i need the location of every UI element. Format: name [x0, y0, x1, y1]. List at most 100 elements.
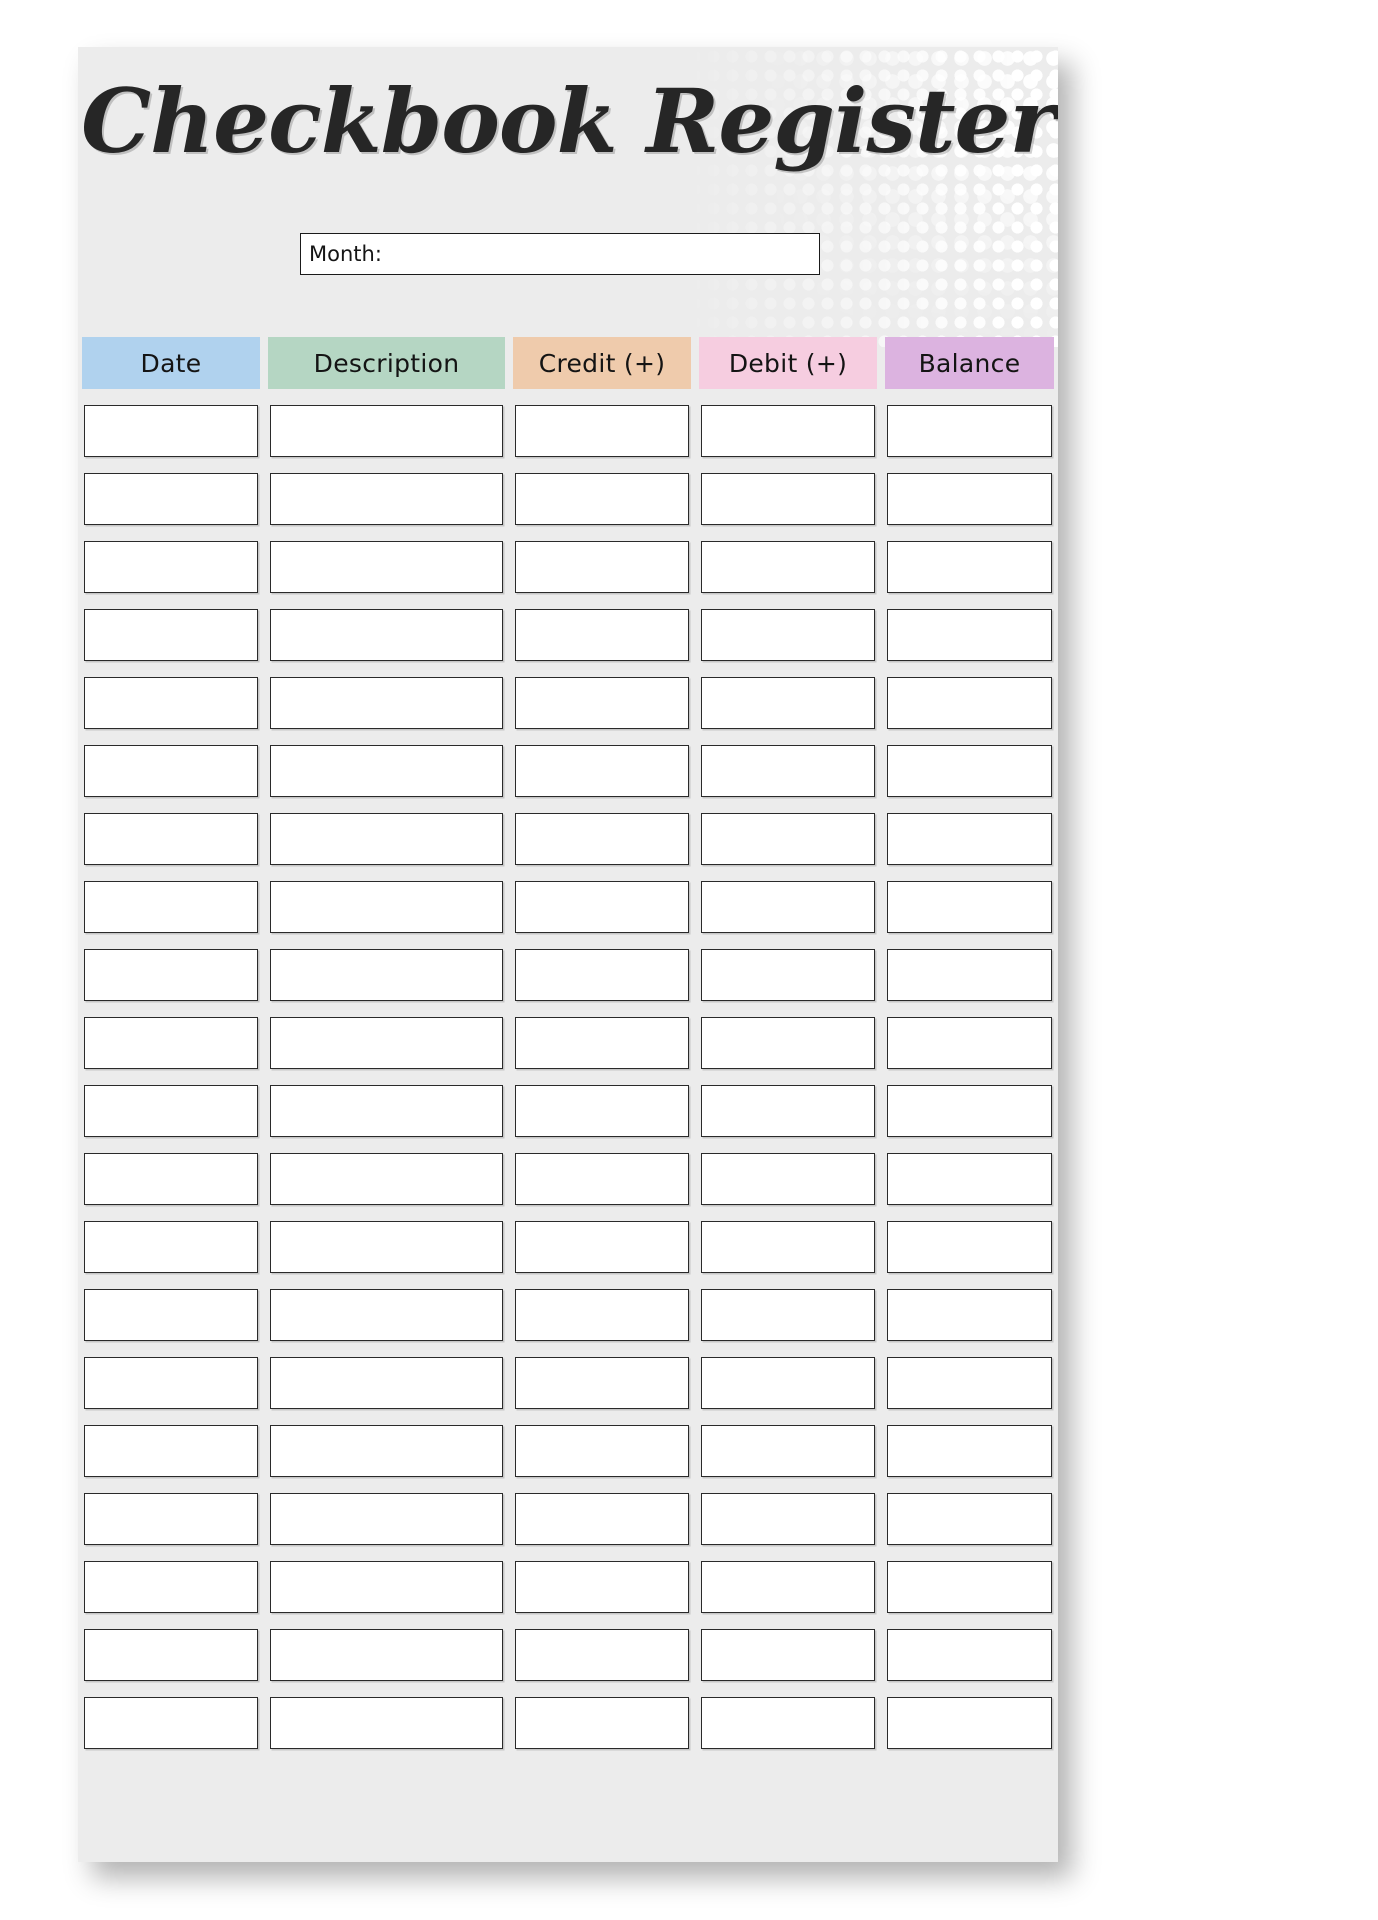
cell-debit[interactable]	[695, 533, 881, 601]
cell-description[interactable]	[264, 601, 509, 669]
cell-date[interactable]	[78, 941, 264, 1009]
cell-input-credit[interactable]	[515, 1629, 689, 1681]
cell-input-description[interactable]	[270, 949, 503, 1001]
cell-input-description[interactable]	[270, 881, 503, 933]
cell-description[interactable]	[264, 397, 509, 465]
cell-description[interactable]	[264, 737, 509, 805]
cell-input-credit[interactable]	[515, 949, 689, 1001]
cell-balance[interactable]	[881, 1009, 1058, 1077]
cell-balance[interactable]	[881, 601, 1058, 669]
cell-input-balance[interactable]	[887, 1085, 1052, 1137]
cell-balance[interactable]	[881, 941, 1058, 1009]
cell-date[interactable]	[78, 1077, 264, 1145]
cell-balance[interactable]	[881, 737, 1058, 805]
cell-input-balance[interactable]	[887, 1561, 1052, 1613]
cell-balance[interactable]	[881, 533, 1058, 601]
cell-input-balance[interactable]	[887, 677, 1052, 729]
cell-input-description[interactable]	[270, 1561, 503, 1613]
cell-input-balance[interactable]	[887, 541, 1052, 593]
cell-date[interactable]	[78, 805, 264, 873]
cell-date[interactable]	[78, 1553, 264, 1621]
cell-input-date[interactable]	[84, 609, 258, 661]
cell-credit[interactable]	[509, 805, 695, 873]
cell-description[interactable]	[264, 1009, 509, 1077]
cell-input-balance[interactable]	[887, 1357, 1052, 1409]
cell-credit[interactable]	[509, 1485, 695, 1553]
cell-credit[interactable]	[509, 533, 695, 601]
cell-date[interactable]	[78, 1145, 264, 1213]
cell-debit[interactable]	[695, 1689, 881, 1757]
cell-balance[interactable]	[881, 1417, 1058, 1485]
cell-debit[interactable]	[695, 873, 881, 941]
cell-credit[interactable]	[509, 941, 695, 1009]
cell-balance[interactable]	[881, 1281, 1058, 1349]
cell-input-debit[interactable]	[701, 405, 875, 457]
cell-input-credit[interactable]	[515, 1425, 689, 1477]
cell-credit[interactable]	[509, 1213, 695, 1281]
cell-input-credit[interactable]	[515, 813, 689, 865]
cell-balance[interactable]	[881, 1213, 1058, 1281]
cell-input-debit[interactable]	[701, 745, 875, 797]
cell-date[interactable]	[78, 669, 264, 737]
cell-date[interactable]	[78, 1213, 264, 1281]
cell-debit[interactable]	[695, 1281, 881, 1349]
cell-input-debit[interactable]	[701, 1289, 875, 1341]
cell-input-balance[interactable]	[887, 1697, 1052, 1749]
cell-description[interactable]	[264, 1349, 509, 1417]
cell-input-balance[interactable]	[887, 1153, 1052, 1205]
cell-description[interactable]	[264, 873, 509, 941]
cell-debit[interactable]	[695, 737, 881, 805]
cell-input-date[interactable]	[84, 1289, 258, 1341]
cell-input-date[interactable]	[84, 1085, 258, 1137]
cell-date[interactable]	[78, 1621, 264, 1689]
cell-description[interactable]	[264, 1077, 509, 1145]
cell-description[interactable]	[264, 1689, 509, 1757]
cell-input-credit[interactable]	[515, 745, 689, 797]
cell-input-date[interactable]	[84, 677, 258, 729]
cell-credit[interactable]	[509, 397, 695, 465]
cell-input-credit[interactable]	[515, 1085, 689, 1137]
cell-description[interactable]	[264, 465, 509, 533]
cell-input-debit[interactable]	[701, 881, 875, 933]
cell-input-debit[interactable]	[701, 1493, 875, 1545]
cell-input-credit[interactable]	[515, 1561, 689, 1613]
cell-input-date[interactable]	[84, 1153, 258, 1205]
cell-balance[interactable]	[881, 1485, 1058, 1553]
cell-description[interactable]	[264, 1213, 509, 1281]
cell-balance[interactable]	[881, 1349, 1058, 1417]
cell-input-credit[interactable]	[515, 1357, 689, 1409]
cell-input-credit[interactable]	[515, 1493, 689, 1545]
cell-balance[interactable]	[881, 669, 1058, 737]
cell-input-date[interactable]	[84, 1221, 258, 1273]
cell-input-description[interactable]	[270, 1697, 503, 1749]
cell-credit[interactable]	[509, 737, 695, 805]
cell-input-description[interactable]	[270, 1425, 503, 1477]
cell-input-debit[interactable]	[701, 609, 875, 661]
cell-debit[interactable]	[695, 1145, 881, 1213]
cell-input-balance[interactable]	[887, 609, 1052, 661]
cell-input-debit[interactable]	[701, 1697, 875, 1749]
cell-description[interactable]	[264, 1621, 509, 1689]
cell-input-debit[interactable]	[701, 541, 875, 593]
cell-input-date[interactable]	[84, 813, 258, 865]
cell-description[interactable]	[264, 1281, 509, 1349]
cell-input-balance[interactable]	[887, 473, 1052, 525]
cell-debit[interactable]	[695, 1621, 881, 1689]
cell-debit[interactable]	[695, 1349, 881, 1417]
cell-input-description[interactable]	[270, 405, 503, 457]
cell-input-date[interactable]	[84, 1629, 258, 1681]
cell-credit[interactable]	[509, 1077, 695, 1145]
cell-input-credit[interactable]	[515, 1221, 689, 1273]
cell-input-date[interactable]	[84, 949, 258, 1001]
cell-credit[interactable]	[509, 669, 695, 737]
cell-input-credit[interactable]	[515, 473, 689, 525]
cell-input-debit[interactable]	[701, 677, 875, 729]
cell-input-credit[interactable]	[515, 609, 689, 661]
cell-input-debit[interactable]	[701, 1017, 875, 1069]
cell-description[interactable]	[264, 669, 509, 737]
cell-input-balance[interactable]	[887, 1629, 1052, 1681]
cell-input-credit[interactable]	[515, 405, 689, 457]
cell-debit[interactable]	[695, 1077, 881, 1145]
month-field[interactable]: Month:	[300, 233, 820, 275]
cell-date[interactable]	[78, 1689, 264, 1757]
